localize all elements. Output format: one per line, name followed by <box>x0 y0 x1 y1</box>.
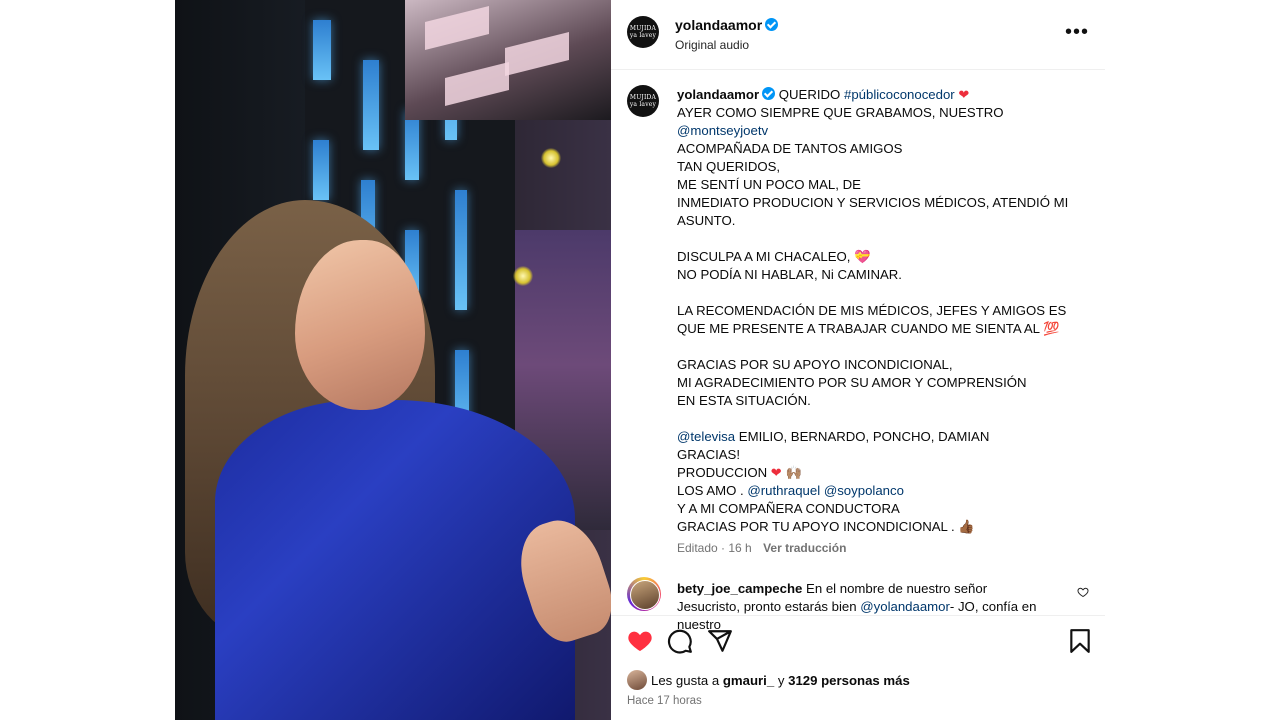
actions-divider <box>611 615 1105 616</box>
mention-link[interactable]: @televisa <box>677 429 735 444</box>
avatar-text-line: ya lavey <box>629 32 657 39</box>
author-avatar[interactable]: MUJIDA ya lavey <box>627 16 659 48</box>
post-caption: yolandaamor QUERIDO #públicoconocedor ❤ … <box>677 86 1072 536</box>
mention-link[interactable]: @montseyjoetv <box>677 123 768 138</box>
avatar-text-line: MUJIDA <box>629 25 657 32</box>
avatar-text-line: MUJIDA <box>629 94 657 101</box>
heart-icon[interactable] <box>627 628 653 654</box>
caption-text: PRODUCCION <box>677 465 768 480</box>
liker-username[interactable]: gmauri_ <box>723 673 774 688</box>
likes-summary: Les gusta a gmauri_ y 3129 personas más <box>627 670 910 690</box>
caption-line: QUE ME PRESENTE A TRABAJAR CUANDO ME SIE… <box>677 321 1060 336</box>
emoji: 🙌🏽 <box>785 465 802 480</box>
likes-count-link[interactable]: 3129 personas más <box>788 673 910 688</box>
caption-line: ACOMPAÑADA DE TANTOS AMIGOS <box>677 141 903 156</box>
caption-line: DISCULPA A MI CHACALEO, 💝 <box>677 249 871 264</box>
caption-text: QUERIDO <box>778 87 841 102</box>
stage-light <box>541 148 561 168</box>
commenter-avatar[interactable] <box>627 577 661 611</box>
heart-emoji: ❤ <box>770 465 782 480</box>
caption-line: NO PODÍA NI HABLAR, Ni CAMINAR. <box>677 267 902 282</box>
see-translation-link[interactable]: Ver traducción <box>763 541 846 555</box>
mention-link[interactable]: @yolandaamor <box>860 599 950 614</box>
caption-line: INMEDIATO PRODUCION Y SERVICIOS MÉDICOS,… <box>677 195 1069 228</box>
caption-author-avatar[interactable]: MUJIDA ya lavey <box>627 85 659 117</box>
caption-line: ME SENTÍ UN POCO MAL, DE <box>677 177 861 192</box>
mention-link[interactable]: @ruthraquel <box>747 483 820 498</box>
liker-avatar[interactable] <box>627 670 647 690</box>
comment-icon[interactable] <box>667 628 693 654</box>
post-timestamp: Hace 17 horas <box>627 695 702 707</box>
caption-meta: Editado · 16 h Ver traducción <box>677 541 846 555</box>
caption-username[interactable]: yolandaamor <box>677 87 759 102</box>
avatar-text-line: ya lavey <box>629 101 657 108</box>
small-heart-icon[interactable] <box>1077 586 1089 598</box>
comment-item: bety_joe_campeche En el nombre de nuestr… <box>677 580 1037 634</box>
audio-label[interactable]: Original audio <box>675 38 749 52</box>
caption-line: AYER COMO SIEMPRE QUE GRABAMOS, NUESTRO <box>677 105 1004 120</box>
more-options-icon[interactable]: ••• <box>1065 22 1089 42</box>
verified-badge-icon <box>765 18 779 31</box>
stage-light <box>513 266 533 286</box>
caption-text: EMILIO, BERNARDO, PONCHO, DAMIAN <box>738 429 990 444</box>
verified-badge-icon <box>762 87 776 100</box>
caption-line: GRACIAS POR SU APOYO INCONDICIONAL, <box>677 357 953 372</box>
caption-line: GRACIAS! <box>677 447 741 462</box>
background-ceiling <box>405 0 611 120</box>
caption-line: MI AGRADECIMIENTO POR SU AMOR Y COMPRENS… <box>677 375 1027 390</box>
heart-emoji: ❤ <box>958 87 970 102</box>
author-username-text[interactable]: yolandaamor <box>675 17 762 33</box>
likes-and: y <box>777 672 785 688</box>
person-face <box>295 240 425 410</box>
author-username[interactable]: yolandaamor <box>675 17 779 33</box>
hashtag-link[interactable]: #públicoconocedor <box>844 87 955 102</box>
edited-timestamp: Editado · 16 h <box>677 541 752 555</box>
emoji: 👍🏾 <box>958 519 975 534</box>
caption-line: Y A MI COMPAÑERA CONDUCTORA <box>677 501 900 516</box>
post-details-panel: MUJIDA ya lavey yolandaamor Original aud… <box>611 0 1105 720</box>
mention-link[interactable]: @soypolanco <box>824 483 904 498</box>
header-divider <box>611 69 1105 70</box>
likes-prefix: Les gusta a <box>651 672 720 688</box>
commenter-username[interactable]: bety_joe_campeche <box>677 581 802 596</box>
caption-text: LOS AMO . <box>677 483 744 498</box>
caption-line: EN ESTA SITUACIÓN. <box>677 393 811 408</box>
bookmark-icon[interactable] <box>1067 628 1093 654</box>
caption-line: TAN QUERIDOS, <box>677 159 781 174</box>
share-icon[interactable] <box>707 628 733 654</box>
caption-text: GRACIAS POR TU APOYO INCONDICIONAL . <box>677 519 955 534</box>
post-video[interactable] <box>175 0 611 720</box>
caption-line: LA RECOMENDACIÓN DE MIS MÉDICOS, JEFES Y… <box>677 303 1067 318</box>
